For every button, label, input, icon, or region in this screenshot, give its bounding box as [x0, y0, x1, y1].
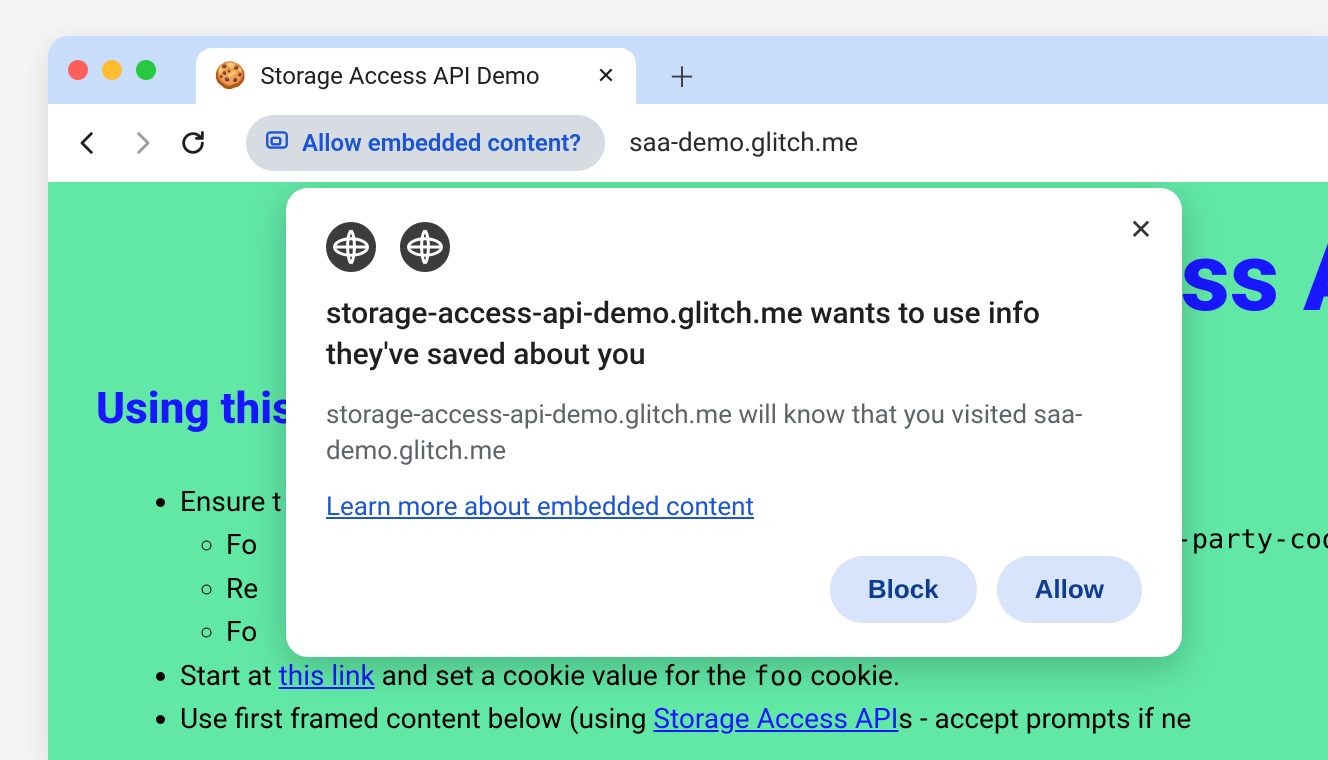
code-foo: foo	[753, 661, 803, 692]
address-bar[interactable]: Allow embedded content? saa-demo.glitch.…	[246, 115, 1304, 171]
window-close-button[interactable]	[68, 60, 88, 80]
url-text: saa-demo.glitch.me	[629, 128, 858, 158]
popup-actions: Block Allow	[326, 556, 1142, 623]
browser-window: 🍪 Storage Access API Demo ✕ ＋ Allow embe…	[48, 36, 1328, 760]
list-item: Use first framed content below (using St…	[180, 697, 1191, 740]
section-heading: Using this	[96, 382, 295, 434]
site-icons	[326, 222, 1142, 272]
list-item: Start at this link and set a cookie valu…	[180, 654, 1191, 698]
block-button[interactable]: Block	[830, 556, 977, 623]
tab-favicon-icon: 🍪	[214, 61, 246, 91]
popup-close-button[interactable]: ✕	[1126, 214, 1156, 244]
globe-icon	[400, 222, 450, 272]
tab-strip: 🍪 Storage Access API Demo ✕ ＋	[48, 36, 1328, 104]
this-link[interactable]: this link	[279, 659, 375, 692]
permission-chip[interactable]: Allow embedded content?	[246, 115, 605, 171]
popup-body: storage-access-api-demo.glitch.me will k…	[326, 397, 1106, 470]
permission-prompt: ✕ storage-access-api-demo.glitch.me want…	[286, 188, 1182, 657]
storage-access-api-link[interactable]: Storage Access API	[653, 702, 898, 735]
back-button[interactable]	[72, 126, 106, 160]
window-controls	[68, 60, 156, 80]
window-maximize-button[interactable]	[136, 60, 156, 80]
page-viewport: ss A Using this Ensure t Fo Re Fo Start …	[48, 182, 1328, 760]
tab-close-button[interactable]: ✕	[596, 66, 616, 86]
reload-button[interactable]	[176, 126, 210, 160]
forward-button[interactable]	[124, 126, 158, 160]
learn-more-link[interactable]: Learn more about embedded content	[326, 492, 754, 522]
popup-title: storage-access-api-demo.glitch.me wants …	[326, 294, 1056, 375]
allow-button[interactable]: Allow	[997, 556, 1142, 623]
tab-title: Storage Access API Demo	[260, 62, 582, 90]
embedded-content-icon	[264, 127, 290, 159]
toolbar: Allow embedded content? saa-demo.glitch.…	[48, 104, 1328, 182]
tab-active[interactable]: 🍪 Storage Access API Demo ✕	[196, 48, 636, 104]
page-hero-fragment: ss A	[1181, 222, 1328, 334]
globe-icon	[326, 222, 376, 272]
new-tab-button[interactable]: ＋	[664, 58, 700, 94]
code-fragment-right: -party-coo	[1175, 524, 1328, 555]
window-minimize-button[interactable]	[102, 60, 122, 80]
permission-chip-label: Allow embedded content?	[302, 129, 581, 157]
